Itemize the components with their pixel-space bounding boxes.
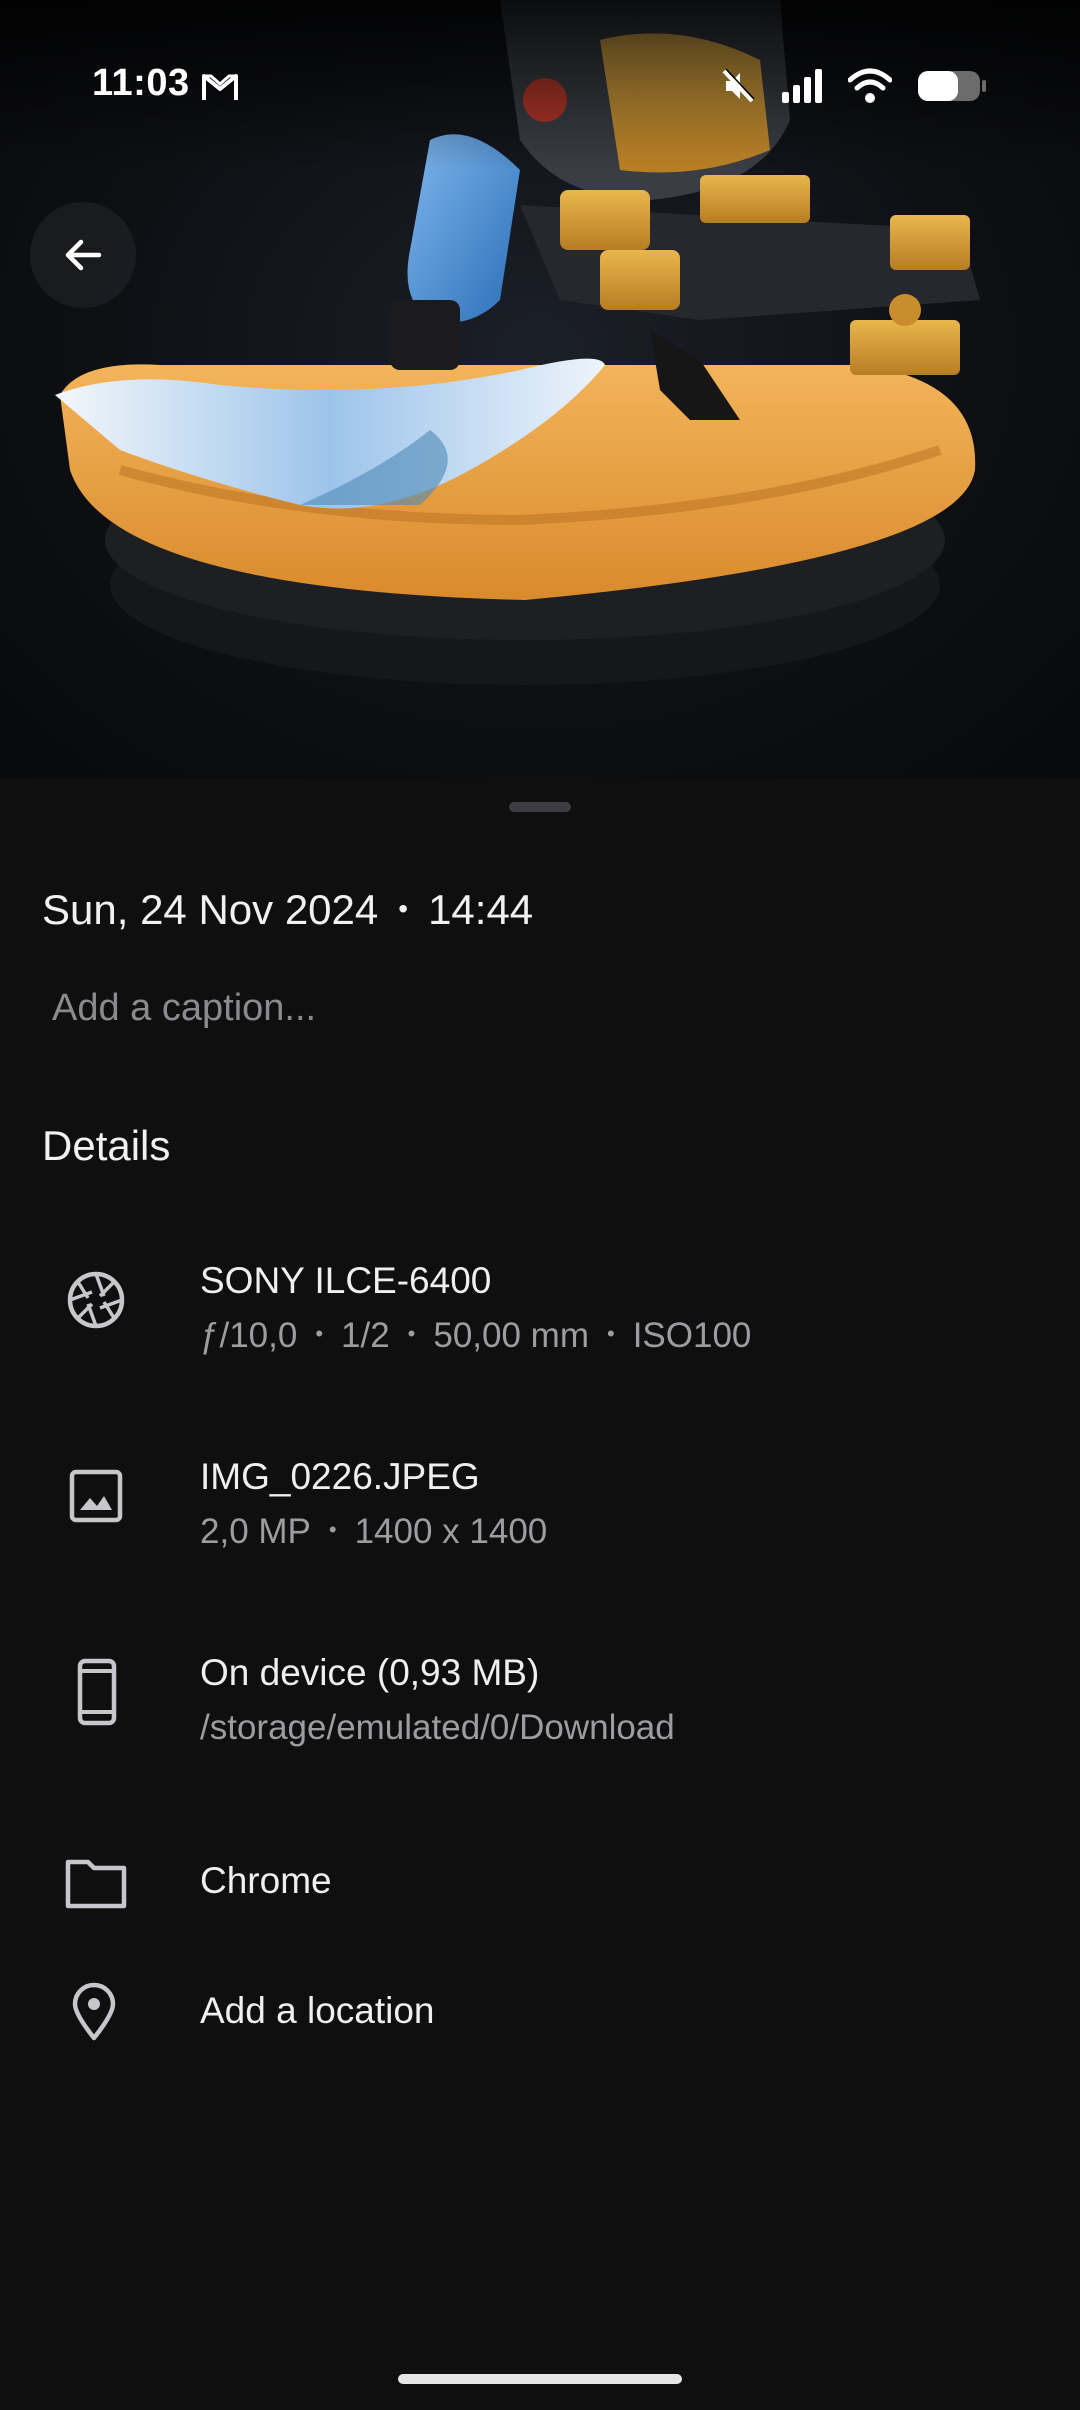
battery-icon — [918, 71, 986, 101]
iso-value: ISO100 — [632, 1316, 752, 1355]
storage-details-row: On device (0,93 MB) /storage/emulated/0/… — [0, 1640, 1080, 1760]
folder-icon — [60, 1846, 132, 1918]
drag-handle[interactable] — [509, 802, 571, 812]
camera-settings: ƒ/10,0 • 1/2 • 50,00 mm • ISO100 — [200, 1316, 752, 1355]
photo-datetime: Sun, 24 Nov 2024 • 14:44 — [42, 886, 533, 934]
info-sheet: Sun, 24 Nov 2024 • 14:44 Details SONY ILCE… — [0, 778, 1080, 2410]
camera-details-row: SONY ILCE-6400 ƒ/10,0 • 1/2 • 50,00 mm • ISO10… — [0, 1248, 1080, 1368]
status-time: 11:03 — [92, 62, 190, 104]
folder-row[interactable]: Chrome — [0, 1838, 1080, 1938]
file-name: IMG_0226.JPEG — [200, 1456, 480, 1497]
focal-length-value: 50,00 mm — [433, 1316, 589, 1355]
gmail-icon — [202, 74, 238, 100]
caption-input[interactable] — [32, 970, 932, 1046]
megapixels-value: 2,0 MP — [200, 1512, 311, 1551]
add-location-label: Add a location — [200, 1990, 435, 2031]
home-indicator[interactable] — [398, 2374, 682, 2384]
back-button[interactable] — [30, 202, 136, 308]
camera-model: SONY ILCE-6400 — [200, 1260, 492, 1301]
photo-date: Sun, 24 Nov 2024 — [42, 886, 379, 933]
storage-size: On device (0,93 MB) — [200, 1652, 540, 1693]
aperture-value: ƒ/10,0 — [200, 1316, 298, 1355]
file-details-row: IMG_0226.JPEG 2,0 MP • 1400 x 1400 — [0, 1444, 1080, 1564]
dimensions-value: 1400 x 1400 — [354, 1512, 548, 1551]
mute-icon — [722, 68, 755, 103]
details-heading: Details — [42, 1122, 171, 1169]
aperture-icon — [60, 1264, 132, 1336]
wifi-icon — [848, 68, 892, 103]
phone-icon — [60, 1656, 132, 1728]
status-bar: 11:03 — [0, 0, 1080, 170]
arrow-back-icon — [65, 239, 102, 271]
location-pin-icon — [58, 1976, 130, 2048]
folder-name: Chrome — [200, 1860, 332, 1901]
photo-time: 14:44 — [428, 886, 534, 933]
storage-path: /storage/emulated/0/Download — [200, 1708, 675, 1747]
file-info: 2,0 MP • 1400 x 1400 — [200, 1512, 548, 1551]
image-icon — [60, 1460, 132, 1532]
shutter-value: 1/2 — [341, 1316, 390, 1355]
separator-dot: • — [398, 893, 409, 924]
add-location-row[interactable]: Add a location — [0, 1968, 1080, 2068]
signal-icon — [782, 69, 822, 103]
